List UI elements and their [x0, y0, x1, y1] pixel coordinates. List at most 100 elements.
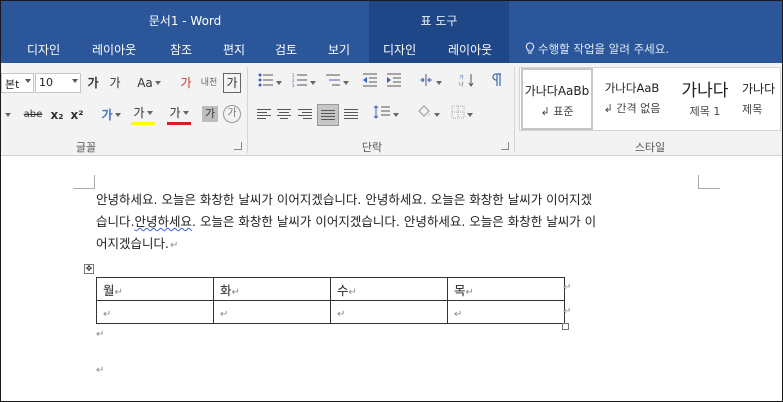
sort-icon: 가나	[459, 74, 474, 88]
cell-text: 수	[337, 282, 349, 298]
tab-review[interactable]: 검토	[275, 41, 297, 58]
text-line: 습니다.안녕하세요. 오늘은 화창한 날씨가 이어지겠습니다. 안녕하세요. 오…	[96, 211, 698, 233]
title-bar: 문서1 - Word 표 도구 디자인 레이아웃 참조 편지 검토 보기 디자인…	[1, 1, 782, 63]
tab-mailings[interactable]: 편지	[223, 41, 245, 58]
text-direction-button[interactable]	[415, 73, 445, 93]
clear-formatting-button[interactable]: 가	[177, 73, 195, 93]
chevron-down-icon	[25, 79, 31, 83]
cell-text: 화	[220, 282, 232, 298]
style-sample-text: 가나다	[681, 81, 729, 101]
table-row: 월↵ 화↵ 수↵ 목↵	[96, 277, 565, 301]
change-case-label: Aa	[137, 76, 153, 90]
tab-design[interactable]: 디자인	[27, 41, 60, 58]
increase-indent-button[interactable]	[385, 73, 403, 93]
grow-font-button[interactable]: 가	[85, 73, 101, 93]
borders-button[interactable]	[447, 105, 477, 125]
tab-view[interactable]: 보기	[328, 41, 350, 58]
font-dialog-launcher[interactable]	[234, 142, 242, 150]
align-left-button[interactable]	[256, 105, 272, 125]
shading-button[interactable]	[413, 105, 443, 125]
tell-me-box[interactable]: 수행할 작업을 알려 주세요.	[525, 41, 669, 57]
document-page[interactable]: 안녕하세요. 오늘은 화창한 날씨가 이어지겠습니다. 안녕하세요. 오늘은 화…	[1, 157, 782, 401]
paragraph-mark: ↵	[96, 365, 105, 376]
chevron-down-icon	[114, 113, 121, 117]
chevron-down-icon	[154, 81, 161, 85]
text-line: 어지겠습니다.↵	[96, 233, 698, 257]
align-right-icon	[298, 109, 312, 121]
highlight-label: 가	[133, 106, 145, 120]
table-cell[interactable]: ↵	[213, 300, 331, 324]
character-border-button[interactable]: 가	[223, 73, 241, 93]
show-marks-button[interactable]	[487, 73, 505, 93]
pilcrow-icon	[492, 73, 501, 86]
subscript-button[interactable]: x₂	[49, 105, 65, 125]
line-text: 어지겠습니다.	[96, 236, 169, 251]
justify-icon	[321, 110, 335, 122]
character-shading-button[interactable]: 가	[202, 106, 218, 122]
text-effects-button[interactable]: 가	[99, 105, 123, 125]
font-name-value: 본t	[5, 78, 20, 91]
chevron-down-icon	[343, 81, 349, 85]
style-name-label: 제목 1	[689, 105, 721, 118]
font-name-combo[interactable]: 본t	[1, 73, 34, 93]
paragraph-dialog-launcher[interactable]	[501, 142, 509, 150]
style-normal[interactable]: 가나다AaBb ↲ 표준	[521, 68, 593, 130]
underline-dropdown[interactable]	[1, 105, 13, 125]
table-cell[interactable]: 목↵	[447, 277, 565, 301]
change-case-button[interactable]: Aa	[135, 73, 163, 93]
table-resize-handle[interactable]	[562, 323, 569, 330]
shrink-font-button[interactable]: 가	[107, 73, 123, 93]
chevron-down-icon	[436, 81, 442, 85]
phonetic-guide-button[interactable]: 내천	[200, 73, 218, 93]
table-cell[interactable]: 수↵	[330, 277, 448, 301]
group-label-styles: 스타일	[634, 141, 666, 154]
align-left-icon	[257, 109, 271, 121]
multilevel-list-button[interactable]	[322, 73, 352, 93]
sort-button[interactable]: 가나	[457, 73, 477, 93]
paragraph-mark: ↵	[96, 329, 105, 340]
svg-text:3: 3	[292, 83, 295, 87]
cell-mark: ↵	[220, 308, 229, 320]
decrease-indent-button[interactable]	[361, 73, 379, 93]
table-move-handle[interactable]: ✥	[84, 264, 94, 274]
font-size-combo[interactable]: 10	[35, 73, 81, 93]
table-tools-label: 표 도구	[420, 14, 458, 28]
cell-mark: ↵	[337, 308, 346, 320]
table-cell[interactable]: ↵	[330, 300, 448, 324]
style-name-label: 제목	[742, 103, 763, 116]
align-right-button[interactable]	[297, 105, 313, 125]
superscript-button[interactable]: x²	[69, 105, 85, 125]
justify-button[interactable]	[317, 104, 339, 126]
tab-references[interactable]: 참조	[170, 41, 192, 58]
group-label-font: 글꼴	[75, 141, 97, 154]
table-cell[interactable]: 월↵	[96, 277, 214, 301]
numbering-button[interactable]: 123	[289, 73, 319, 93]
styles-gallery: 가나다AaBb ↲ 표준 가나다AaB ↲ 간격 없음 가나다 제목 1 가나다…	[519, 67, 781, 131]
bullets-button[interactable]	[255, 73, 285, 93]
document-table[interactable]: 월↵ 화↵ 수↵ 목↵ ↵ ↵ ↵ ↵	[96, 277, 565, 324]
crop-mark-left	[73, 175, 95, 189]
table-cell[interactable]: ↵	[447, 300, 565, 324]
paragraph-mark: ↵	[169, 240, 179, 251]
distributed-button[interactable]	[342, 105, 360, 125]
increase-indent-icon	[387, 73, 401, 87]
font-color-button[interactable]: 가	[167, 105, 191, 125]
style-heading-1[interactable]: 가나다 제목 1	[670, 68, 740, 130]
cell-text: 목	[454, 282, 466, 298]
highlight-button[interactable]: 가	[131, 105, 155, 125]
table-cell[interactable]: ↵	[96, 300, 214, 324]
align-center-button[interactable]	[276, 105, 292, 125]
body-paragraph[interactable]: 안녕하세요. 오늘은 화창한 날씨가 이어지겠습니다. 안녕하세요. 오늘은 화…	[96, 189, 698, 257]
table-cell[interactable]: 화↵	[213, 277, 331, 301]
style-title[interactable]: 가나다 제목	[742, 68, 782, 130]
line-spacing-icon	[373, 105, 390, 119]
svg-text:가: 가	[459, 74, 464, 81]
multilevel-list-icon	[326, 74, 340, 86]
tab-layout[interactable]: 레이아웃	[92, 41, 136, 58]
tab-table-design[interactable]: 디자인	[383, 41, 416, 58]
tab-table-layout[interactable]: 레이아웃	[448, 41, 492, 58]
strikethrough-button[interactable]: abe	[21, 105, 45, 125]
enclose-characters-button[interactable]: 가	[223, 105, 241, 123]
line-spacing-button[interactable]	[370, 105, 402, 125]
style-no-spacing[interactable]: 가나다AaB ↲ 간격 없음	[596, 68, 668, 130]
